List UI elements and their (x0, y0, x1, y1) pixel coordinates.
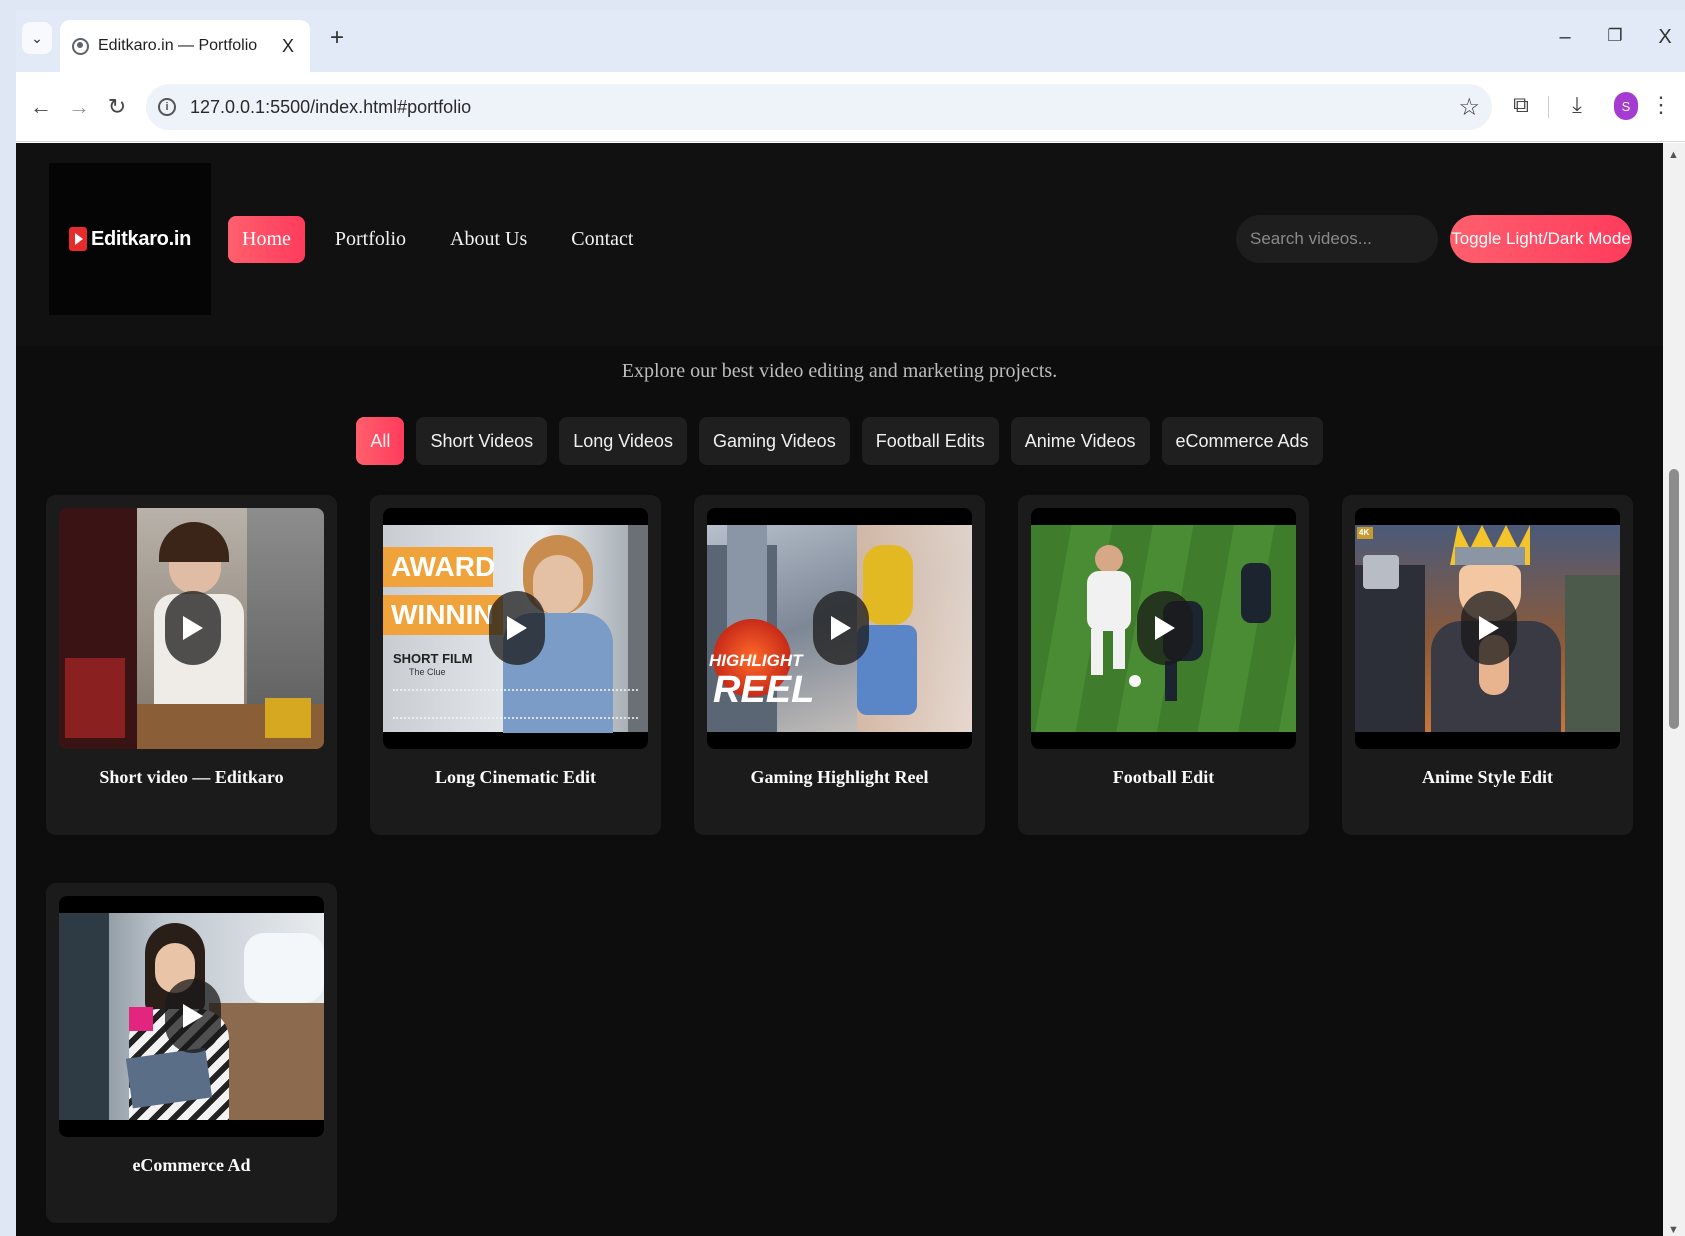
filter-gaming-videos[interactable]: Gaming Videos (698, 417, 850, 465)
globe-icon (72, 37, 89, 55)
nav-portfolio[interactable]: Portfolio (321, 216, 420, 263)
thumbnail-text-award: AWARD (391, 551, 496, 582)
restore-icon[interactable]: ❐ (1600, 26, 1630, 46)
new-tab-button[interactable]: + (322, 24, 352, 52)
thumbnail-text-short-film: SHORT FILM (393, 651, 473, 666)
back-arrow-icon[interactable]: ← (26, 92, 56, 122)
card-title: Gaming Highlight Reel (750, 767, 929, 787)
filter-short-videos[interactable]: Short Videos (416, 417, 548, 465)
filter-ecommerce-ads[interactable]: eCommerce Ads (1161, 417, 1323, 465)
video-card-football[interactable]: Football Edit (1018, 495, 1309, 835)
site-logo[interactable]: Editkaro.in (49, 163, 211, 315)
logo-play-icon (68, 227, 87, 251)
tab-strip: ⌄ Editkaro.in — Portfolio X + – ❐ X (16, 10, 1685, 72)
logo-text: Editkaro.in (90, 227, 192, 250)
filter-bar: All Short Videos Long Videos Gaming Vide… (16, 417, 1663, 465)
site-header: Editkaro.in Home Portfolio About Us Cont… (16, 143, 1663, 346)
video-thumbnail[interactable] (59, 896, 324, 1137)
thumbnail-text-highlight: HIGHLIGHT (709, 651, 803, 670)
tab-title: Editkaro.in — Portfolio (98, 37, 258, 54)
address-bar[interactable]: i 127.0.0.1:5500/index.html#portfolio ☆ (146, 84, 1492, 130)
menu-kebab-icon[interactable]: ⋮ (1646, 92, 1676, 118)
filter-long-videos[interactable]: Long Videos (559, 417, 687, 465)
portfolio-tagline: Explore our best video editing and marke… (621, 360, 1058, 382)
nav-contact[interactable]: Contact (557, 216, 647, 263)
profile-avatar[interactable]: S (1614, 92, 1638, 120)
nav-home[interactable]: Home (228, 216, 305, 263)
extensions-icon[interactable]: ⧉ (1506, 92, 1536, 118)
filter-all[interactable]: All (356, 417, 405, 465)
reload-icon[interactable]: ↻ (102, 92, 132, 122)
tab-search-chevron-icon[interactable]: ⌄ (22, 22, 52, 54)
video-thumbnail[interactable] (1031, 508, 1296, 749)
browser-window: ⌄ Editkaro.in — Portfolio X + – ❐ X ← → … (16, 10, 1685, 1236)
play-icon[interactable] (1461, 591, 1517, 665)
video-thumbnail[interactable]: 4K (1355, 508, 1620, 749)
bookmark-star-icon[interactable]: ☆ (1458, 93, 1480, 122)
video-card-ecommerce[interactable]: eCommerce Ad (46, 883, 337, 1223)
video-thumbnail[interactable]: AWARD WINNIN SHORT FILM The Clue (383, 508, 648, 749)
video-card-short[interactable]: Short video — Editkaro (46, 495, 337, 835)
download-icon[interactable]: ⤓ (1562, 92, 1592, 118)
thumbnail-text-winning: WINNIN (391, 599, 494, 630)
tab-close-icon[interactable]: X (278, 36, 298, 57)
forward-arrow-icon[interactable]: → (64, 92, 94, 122)
window-close-icon[interactable]: X (1650, 26, 1680, 49)
search-input[interactable] (1236, 215, 1438, 263)
toolbar-separator (1548, 96, 1549, 118)
site-info-icon[interactable]: i (158, 98, 176, 116)
video-card-anime[interactable]: 4K Anime Style Edit (1342, 495, 1633, 835)
scroll-down-arrow-icon[interactable]: ▼ (1668, 1224, 1679, 1236)
thumbnail-text-reel: REEL (713, 669, 815, 711)
address-url[interactable]: 127.0.0.1:5500/index.html#portfolio (190, 97, 1458, 118)
play-icon[interactable] (165, 979, 221, 1053)
main-nav: Home Portfolio About Us Contact (228, 216, 663, 263)
play-icon[interactable] (489, 591, 545, 665)
nav-about-us[interactable]: About Us (436, 216, 541, 263)
portfolio-grid: Short video — Editkaro AWARD WINNIN SHOR… (46, 495, 1636, 1223)
card-title: Short video — Editkaro (99, 767, 284, 787)
page-scrollbar[interactable]: ▲ ▼ (1663, 143, 1685, 1236)
video-card-long[interactable]: AWARD WINNIN SHORT FILM The Clue Long Ci… (370, 495, 661, 835)
page-viewport: Editkaro.in Home Portfolio About Us Cont… (16, 143, 1685, 1236)
filter-football-edits[interactable]: Football Edits (861, 417, 999, 465)
theme-toggle-button[interactable]: Toggle Light/Dark Mode (1450, 215, 1632, 263)
thumbnail-text-4k: 4K (1359, 528, 1370, 537)
video-card-gaming[interactable]: HIGHLIGHT REEL Gaming Highlight Reel (694, 495, 985, 835)
thumbnail-text-the-clue: The Clue (409, 667, 446, 677)
browser-tab[interactable]: Editkaro.in — Portfolio X (60, 20, 310, 72)
play-icon[interactable] (165, 591, 221, 665)
video-thumbnail[interactable] (59, 508, 324, 749)
card-title: Football Edit (1112, 767, 1215, 787)
play-icon[interactable] (813, 591, 869, 665)
scroll-up-arrow-icon[interactable]: ▲ (1668, 149, 1679, 161)
play-icon[interactable] (1137, 591, 1193, 665)
card-title: Long Cinematic Edit (434, 767, 596, 787)
minimize-icon[interactable]: – (1550, 26, 1580, 49)
scrollbar-thumb[interactable] (1669, 469, 1679, 729)
video-thumbnail[interactable]: HIGHLIGHT REEL (707, 508, 972, 749)
browser-toolbar: ← → ↻ i 127.0.0.1:5500/index.html#portfo… (16, 72, 1685, 142)
card-title: Anime Style Edit (1421, 767, 1553, 787)
card-title: eCommerce Ad (132, 1155, 251, 1175)
filter-anime-videos[interactable]: Anime Videos (1010, 417, 1150, 465)
